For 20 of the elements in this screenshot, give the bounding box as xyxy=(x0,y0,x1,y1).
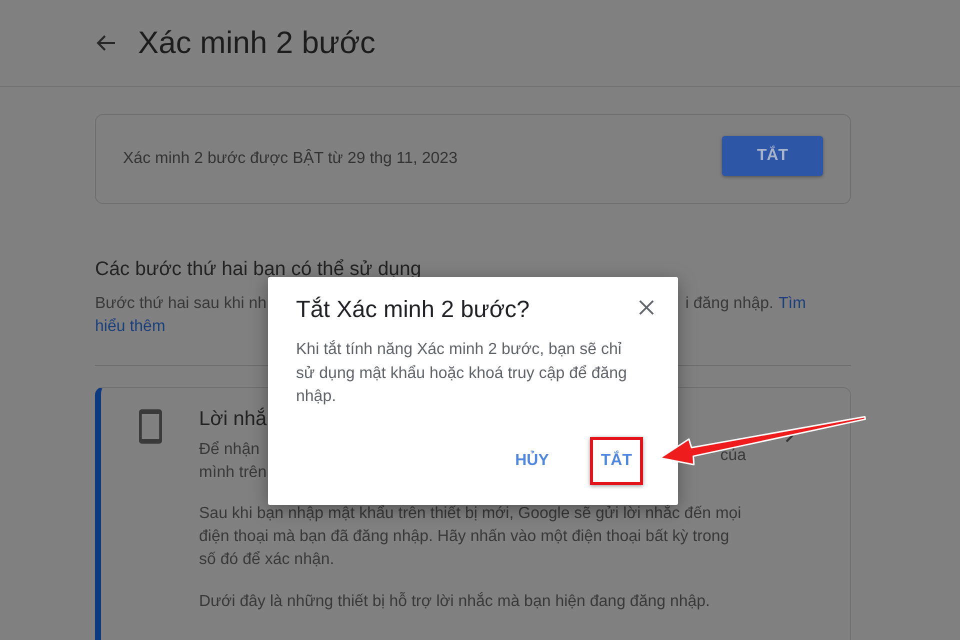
learn-more-link[interactable]: Tìm xyxy=(778,292,806,315)
intro-text: i đăng nhập. xyxy=(685,294,774,314)
status-text: Xác minh 2 bước được BẬT từ 29 thg 11, 2023 xyxy=(123,150,458,168)
learn-more-link[interactable]: hiểu thêm xyxy=(95,318,166,335)
option-text: của xyxy=(720,446,746,464)
option-description: Dưới đây là những thiết bị hỗ trợ lời nhắc mà bạn hiện đang đăng nhập. xyxy=(199,591,711,612)
page-title: Xác minh 2 bước xyxy=(138,24,376,62)
intro-text: Bước thứ hai sau khi nh xyxy=(95,294,267,314)
back-arrow-icon[interactable] xyxy=(96,35,116,51)
phone-icon xyxy=(139,409,162,444)
close-icon[interactable] xyxy=(638,298,655,316)
dialog-title: Tắt Xác minh 2 bước? xyxy=(296,295,530,324)
dialog-text: Khi tắt tính năng Xác minh 2 bước, bạn sẽ chỉ sử dụng mật khẩu hoặc khoá truy cập để đăng nhập. xyxy=(296,339,628,407)
cancel-button[interactable]: HỦY xyxy=(504,437,560,485)
confirm-button[interactable]: TẮT xyxy=(590,437,643,485)
turn-off-button[interactable]: TẮT xyxy=(722,136,823,176)
option-title: Lời nhắ xyxy=(199,408,267,430)
option-description: Sau khi bạn nhập mật khẩu trên thiết bị mới, Google sẽ gửi lời nhắc đến mọi điện thoại mà bạn đã đăng nhập. Hãy nhấn vào một điện thoại bất kỳ trong số đó để xác nhận. xyxy=(199,504,742,570)
option-text: mình trên xyxy=(199,464,267,482)
option-text: Để nhận xyxy=(199,440,260,458)
